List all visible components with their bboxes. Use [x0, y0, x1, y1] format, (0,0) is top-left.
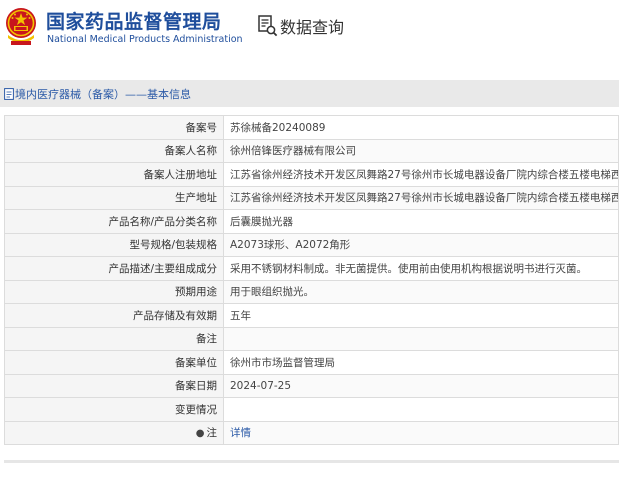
table-row: 备案日期 2024-07-25	[4, 373, 619, 398]
field-value: 苏徐械备20240089	[223, 115, 619, 140]
table-row: 备案人名称 徐州倍锋医疗器械有限公司	[4, 138, 619, 163]
field-label: 备案号	[4, 115, 224, 140]
section-title: 境内医疗器械（备案）——基本信息	[15, 87, 191, 101]
field-label: 产品描述/主要组成成分	[4, 256, 224, 281]
bottom-divider	[4, 460, 619, 463]
field-value: 2024-07-25	[223, 373, 619, 398]
table-row: 产品存储及有效期 五年	[4, 303, 619, 328]
field-label: 型号规格/包装规格	[4, 232, 224, 257]
table-row: 备注	[4, 326, 619, 351]
field-value: 后囊膜抛光器	[223, 209, 619, 234]
details-link[interactable]: 详情	[230, 427, 251, 439]
field-value: 五年	[223, 303, 619, 328]
field-label: 生产地址	[4, 185, 224, 210]
note-label: 注	[206, 427, 218, 440]
table-row: 型号规格/包装规格 A2073球形、A2072角形	[4, 232, 619, 257]
field-label: 预期用途	[4, 279, 224, 304]
field-label: 备案人名称	[4, 138, 224, 163]
org-name-cn: 国家药品监督管理局	[46, 11, 222, 33]
org-name-en: National Medical Products Administration	[47, 34, 243, 45]
field-value: A2073球形、A2072角形	[223, 232, 619, 257]
table-row: 变更情况	[4, 397, 619, 422]
table-row: 备案人注册地址 江苏省徐州经济技术开发区凤舞路27号徐州市长城电器设备厂院内综合…	[4, 162, 619, 187]
field-value: 江苏省徐州经济技术开发区凤舞路27号徐州市长城电器设备厂院内综合楼五楼电梯西	[223, 185, 619, 210]
data-query-label: 数据查询	[280, 18, 345, 37]
pin-icon: ●	[195, 428, 205, 440]
document-icon	[4, 87, 14, 100]
table-row: 备案号 苏徐械备20240089	[4, 115, 619, 140]
field-label: 备案人注册地址	[4, 162, 224, 187]
table-row: 产品描述/主要组成成分 采用不锈钢材料制成。非无菌提供。使用前由使用机构根据说明…	[4, 256, 619, 281]
section-header: 境内医疗器械（备案）——基本信息	[0, 80, 619, 107]
site-header: 国家药品监督管理局 National Medical Products Admi…	[0, 0, 619, 56]
table-row: ● 注 详情	[4, 420, 619, 445]
table-row: 备案单位 徐州市市场监督管理局	[4, 350, 619, 375]
field-label: 备案单位	[4, 350, 224, 375]
field-label: 备注	[4, 326, 224, 351]
record-info-table: 备案号 苏徐械备20240089 备案人名称 徐州倍锋医疗器械有限公司 备案人注…	[4, 115, 619, 445]
field-label: 变更情况	[4, 397, 224, 422]
table-row: 产品名称/产品分类名称 后囊膜抛光器	[4, 209, 619, 234]
field-label: 备案日期	[4, 373, 224, 398]
field-label: 产品存储及有效期	[4, 303, 224, 328]
table-row: 生产地址 江苏省徐州经济技术开发区凤舞路27号徐州市长城电器设备厂院内综合楼五楼…	[4, 185, 619, 210]
field-value: 江苏省徐州经济技术开发区凤舞路27号徐州市长城电器设备厂院内综合楼五楼电梯西	[223, 162, 619, 187]
field-value: 用于眼组织抛光。	[223, 279, 619, 304]
note-value: 详情	[223, 420, 619, 445]
field-value	[223, 326, 619, 351]
document-search-icon	[258, 15, 278, 37]
table-row: 预期用途 用于眼组织抛光。	[4, 279, 619, 304]
data-query-link[interactable]: 数据查询	[258, 14, 344, 38]
note-label-cell: ● 注	[4, 420, 224, 445]
field-label: 产品名称/产品分类名称	[4, 209, 224, 234]
field-value	[223, 397, 619, 422]
field-value: 徐州市市场监督管理局	[223, 350, 619, 375]
field-value: 采用不锈钢材料制成。非无菌提供。使用前由使用机构根据说明书进行灭菌。	[223, 256, 619, 281]
national-emblem-icon	[6, 8, 36, 45]
field-value: 徐州倍锋医疗器械有限公司	[223, 138, 619, 163]
